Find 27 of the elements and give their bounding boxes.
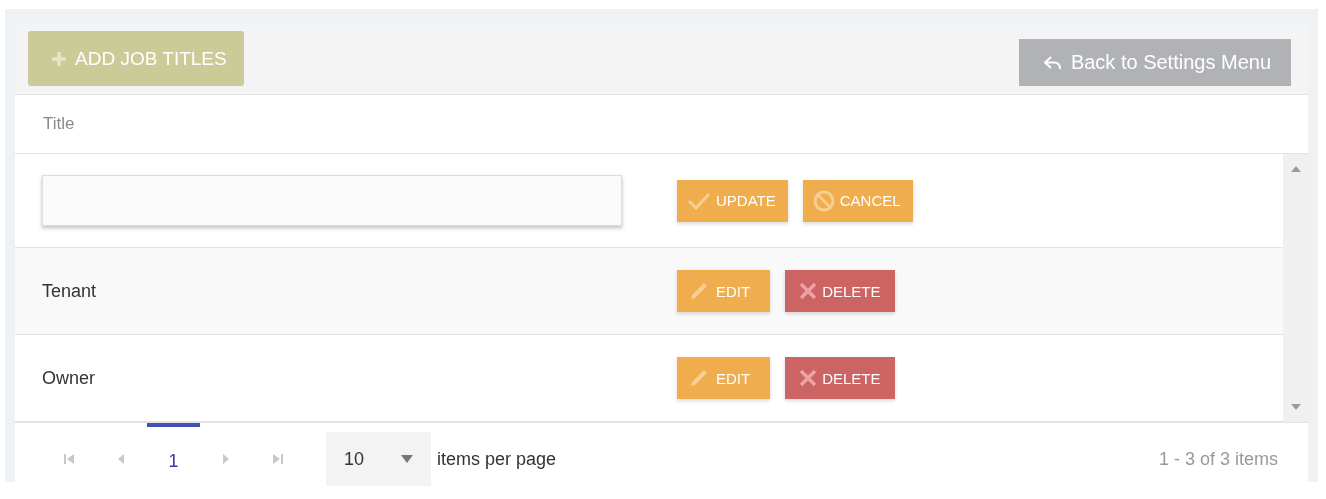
first-arrow-icon [63, 453, 75, 465]
page-size-dropdown[interactable]: 10 [326, 432, 431, 486]
column-header: Title [43, 114, 75, 134]
delete-button[interactable]: DELETE [785, 270, 895, 312]
delete-button[interactable]: DELETE [785, 357, 895, 399]
close-icon [799, 369, 818, 387]
edit-button[interactable]: EDIT [677, 357, 771, 399]
title-input-field[interactable] [42, 175, 622, 226]
page-button[interactable]: 1 [147, 423, 200, 495]
table-cell: Owner [42, 367, 95, 388]
cancel-button[interactable]: CANCEL [802, 179, 913, 222]
close-icon [799, 282, 818, 300]
check-icon [687, 190, 711, 211]
pager-summary: 1 - 3 of 3 items [1158, 448, 1278, 470]
plus-icon [51, 50, 67, 67]
caret-icon [401, 455, 413, 463]
edit-button[interactable]: EDIT [677, 270, 771, 312]
items-per-page-label: items per page [437, 448, 557, 470]
prohibited-icon [812, 189, 835, 212]
table-cell: Tenant [42, 280, 97, 301]
scrollbar[interactable] [1283, 154, 1308, 422]
back-to-settings-button[interactable]: Back to Settings Menu [1018, 39, 1291, 86]
update-button[interactable]: UPDATE [677, 179, 788, 222]
last-arrow-icon [272, 453, 284, 465]
scroll-down-icon[interactable] [1290, 404, 1301, 410]
reply-arrow-icon [1042, 54, 1063, 71]
scroll-up-icon[interactable] [1290, 166, 1301, 172]
